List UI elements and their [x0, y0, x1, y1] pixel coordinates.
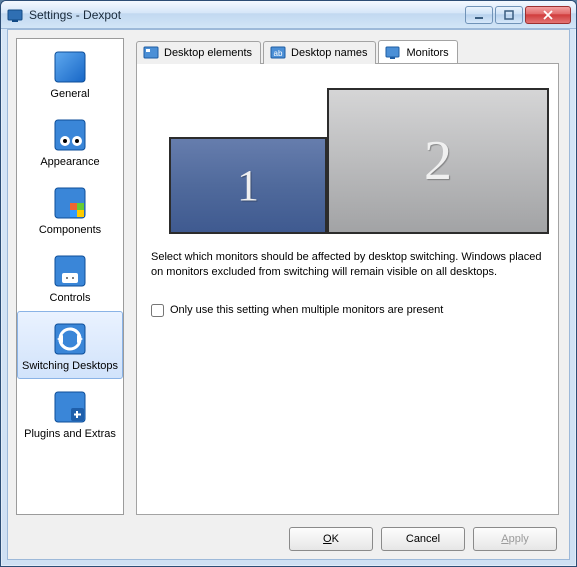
svg-text:ab: ab [274, 49, 283, 58]
tab-label: Desktop elements [164, 47, 252, 59]
sidebar-item-label: Appearance [20, 156, 120, 168]
appearance-icon [53, 118, 87, 152]
minimize-button[interactable] [465, 6, 493, 24]
sidebar-item-label: Components [20, 224, 120, 236]
monitor-number: 1 [237, 160, 259, 211]
tabstrip: Desktop elements ab Desktop names Monito… [136, 40, 559, 64]
cancel-button[interactable]: Cancel [381, 527, 465, 551]
tab-desktop-elements[interactable]: Desktop elements [136, 41, 261, 64]
button-bar: OK Cancel Apply [289, 527, 557, 551]
desktop-elements-icon [143, 45, 159, 61]
sidebar-item-label: Plugins and Extras [20, 428, 120, 440]
apply-button: Apply [473, 527, 557, 551]
client-area: General Appearance Components Controls [7, 29, 570, 560]
sidebar-item-label: Switching Desktops [20, 360, 120, 372]
components-icon [53, 186, 87, 220]
monitor-number: 2 [424, 129, 452, 193]
sidebar-item-components[interactable]: Components [17, 175, 123, 243]
monitor-2[interactable]: 2 [327, 88, 549, 234]
plugins-icon [53, 390, 87, 424]
sidebar-item-switching-desktops[interactable]: Switching Desktops [17, 311, 123, 379]
sidebar-item-label: General [20, 88, 120, 100]
window-title: Settings - Dexpot [29, 8, 465, 22]
tab-monitors[interactable]: Monitors [378, 40, 457, 63]
tab-label: Monitors [406, 47, 448, 59]
tab-panel-monitors: 2 1 Select which monitors should be affe… [136, 64, 559, 515]
switching-icon [53, 322, 87, 356]
only-multi-monitor-checkbox-row[interactable]: Only use this setting when multiple moni… [151, 304, 544, 317]
sidebar: General Appearance Components Controls [16, 38, 124, 515]
desktop-names-icon: ab [270, 45, 286, 61]
general-icon [53, 50, 87, 84]
settings-window: Settings - Dexpot General [0, 0, 577, 567]
sidebar-item-label: Controls [20, 292, 120, 304]
description-text: Select which monitors should be affected… [151, 250, 544, 280]
controls-icon [53, 254, 87, 288]
monitor-1[interactable]: 1 [169, 137, 327, 234]
sidebar-item-plugins[interactable]: Plugins and Extras [17, 379, 123, 447]
app-icon [7, 7, 23, 23]
only-multi-monitor-checkbox[interactable] [151, 304, 164, 317]
checkbox-label: Only use this setting when multiple moni… [170, 304, 443, 316]
tab-label: Desktop names [291, 47, 367, 59]
tab-desktop-names[interactable]: ab Desktop names [263, 41, 376, 64]
ok-button[interactable]: OK [289, 527, 373, 551]
monitors-icon [385, 45, 401, 61]
sidebar-item-general[interactable]: General [17, 39, 123, 107]
maximize-button[interactable] [495, 6, 523, 24]
sidebar-item-appearance[interactable]: Appearance [17, 107, 123, 175]
titlebar[interactable]: Settings - Dexpot [1, 1, 576, 29]
monitor-selection-area: 2 1 [151, 88, 544, 238]
sidebar-item-controls[interactable]: Controls [17, 243, 123, 311]
close-button[interactable] [525, 6, 571, 24]
